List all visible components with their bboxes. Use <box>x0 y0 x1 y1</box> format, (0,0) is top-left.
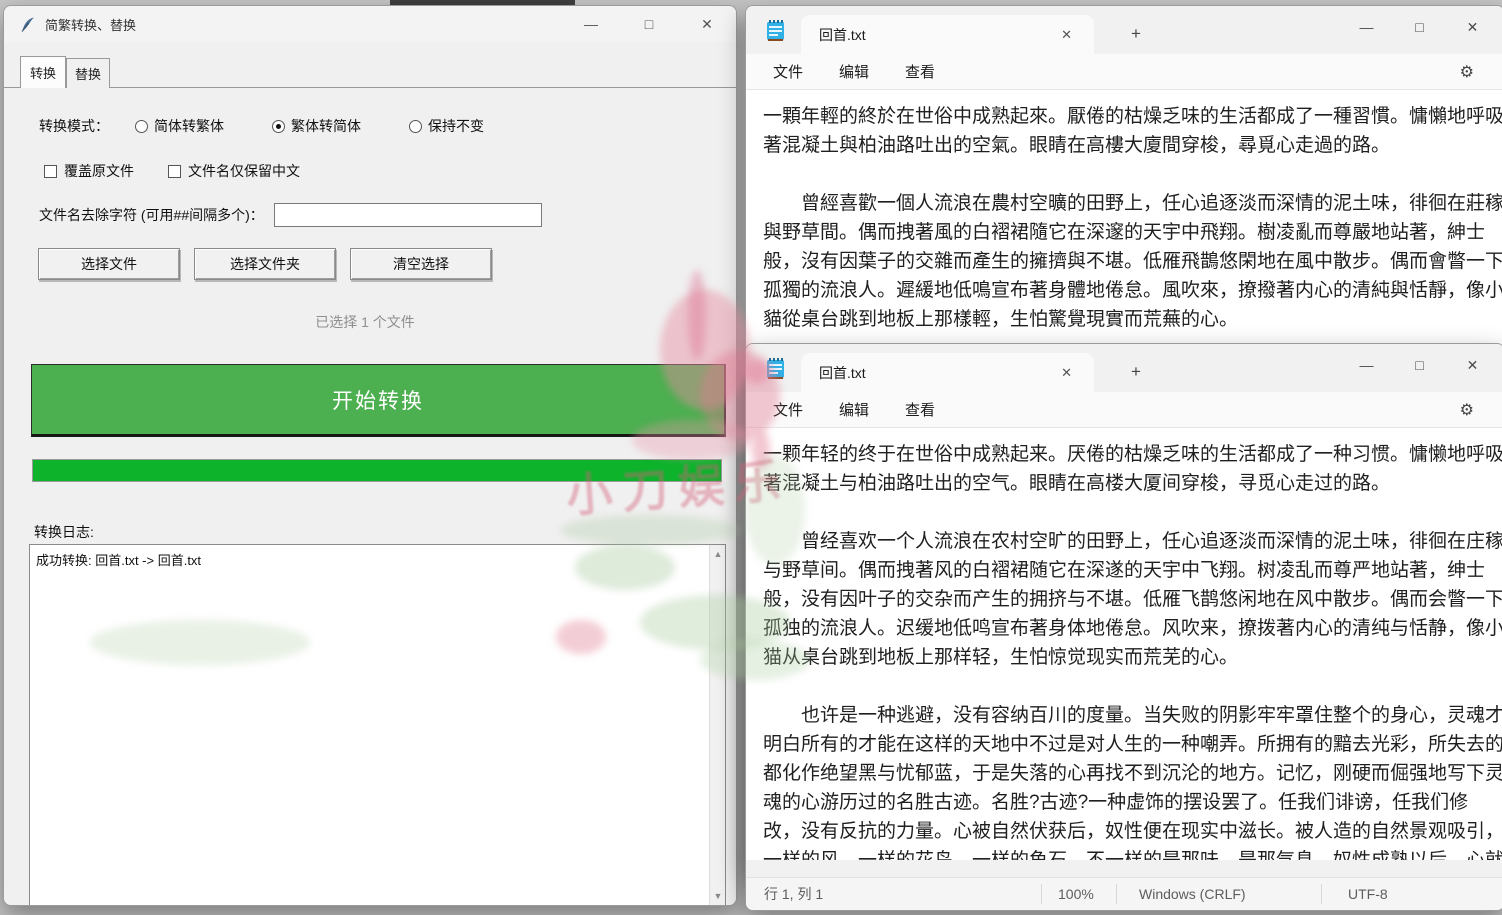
select-folder-button[interactable]: 选择文件夹 <box>194 248 336 280</box>
status-cursor-position: 行 1, 列 1 <box>746 884 1041 904</box>
tab-replace[interactable]: 替换 <box>66 58 110 88</box>
select-files-button[interactable]: 选择文件 <box>38 248 180 280</box>
log-scrollbar[interactable]: ▲ ▼ <box>709 545 725 905</box>
settings-gear-icon[interactable]: ⚙ <box>1460 400 1474 420</box>
strip-chars-input[interactable] <box>274 203 542 227</box>
paragraph: 一顆年輕的終於在世俗中成熟起來。厭倦的枯燥乏味的生活都成了一種習慣。慵懶地呼吸著… <box>763 102 1502 160</box>
notepad-app-icon <box>763 18 788 43</box>
notepad-tab[interactable]: 回首.txt ✕ <box>801 353 1094 392</box>
menu-view[interactable]: 查看 <box>896 395 944 424</box>
checkbox-keep-chinese-label: 文件名仅保留中文 <box>188 161 300 181</box>
tk-feather-icon <box>20 16 37 33</box>
close-button[interactable]: ✕ <box>1446 344 1499 386</box>
tab-strip: 转换 替换 <box>20 56 736 88</box>
strip-chars-label: 文件名去除字符 (可用##间隔多个)： <box>39 205 264 225</box>
radio-t2s[interactable]: 繁体转简体 <box>272 116 361 136</box>
converter-titlebar: 简繁转换、替换 — □ ✕ <box>4 6 736 42</box>
checkbox-overwrite-label: 覆盖原文件 <box>64 161 134 181</box>
tab-close-icon[interactable]: ✕ <box>1061 27 1072 43</box>
log-box[interactable]: 成功转换: 回首.txt -> 回首.txt ▲ ▼ <box>29 544 726 906</box>
checkbox-keep-chinese[interactable]: 文件名仅保留中文 <box>168 161 300 181</box>
scroll-down-icon[interactable]: ▼ <box>710 888 726 904</box>
maximize-button[interactable]: □ <box>620 7 678 41</box>
radio-s2t[interactable]: 简体转繁体 <box>135 116 224 136</box>
status-line-ending[interactable]: Windows (CRLF) <box>1116 884 1321 904</box>
menu-edit[interactable]: 编辑 <box>830 395 878 424</box>
checkbox-keep-chinese-box[interactable] <box>168 165 181 178</box>
paragraph: 一颗年轻的终于在世俗中成熟起来。厌倦的枯燥乏味的生活都成了一种习惯。慵懒地呼吸著… <box>763 440 1502 498</box>
minimize-button[interactable]: — <box>1340 6 1393 48</box>
progress-bar-fill <box>33 460 721 481</box>
notepad-text-area[interactable]: 一颗年轻的终于在世俗中成熟起来。厌倦的枯燥乏味的生活都成了一种习惯。慵懒地呼吸著… <box>746 428 1502 860</box>
paragraph: 也许是一种逃避，没有容纳百川的度量。当失败的阴影牢牢罩住整个的身心，灵魂才明白所… <box>763 701 1502 860</box>
start-convert-button[interactable]: 开始转换 <box>31 364 726 437</box>
notepad-window-simplified: 回首.txt ✕ + — □ ✕ 文件 编辑 查看 ⚙ 一颗年轻的终于在世俗中成… <box>745 343 1502 911</box>
checkbox-overwrite-box[interactable] <box>44 165 57 178</box>
scroll-up-icon[interactable]: ▲ <box>710 546 726 562</box>
notepad-tabbar: 回首.txt ✕ + — □ ✕ <box>746 344 1502 392</box>
radio-s2t-label: 简体转繁体 <box>154 116 224 136</box>
menu-file[interactable]: 文件 <box>764 57 812 86</box>
menu-view[interactable]: 查看 <box>896 57 944 86</box>
mode-label: 转换模式： <box>39 116 109 136</box>
status-zoom-level[interactable]: 100% <box>1041 884 1116 904</box>
clear-selection-button[interactable]: 清空选择 <box>350 248 492 280</box>
radio-t2s-label: 繁体转简体 <box>291 116 361 136</box>
minimize-button[interactable]: — <box>1340 344 1393 386</box>
close-button[interactable]: ✕ <box>678 7 736 41</box>
tab-close-icon[interactable]: ✕ <box>1061 365 1072 381</box>
close-button[interactable]: ✕ <box>1446 6 1499 48</box>
converter-window: 简繁转换、替换 — □ ✕ 转换 替换 转换模式： 简体转繁体 繁体转简体 保持… <box>3 5 737 906</box>
paragraph: 曾經喜歡一個人流浪在農村空曠的田野上，任心追逐淡而深情的泥土味，徘徊在莊稼與野草… <box>763 189 1502 334</box>
notepad-tabbar: 回首.txt ✕ + — □ ✕ <box>746 6 1502 54</box>
menu-file[interactable]: 文件 <box>764 395 812 424</box>
log-label: 转换日志: <box>34 522 94 542</box>
status-encoding[interactable]: UTF-8 <box>1321 884 1388 904</box>
window-title: 简繁转换、替换 <box>45 15 136 34</box>
notepad-tab-title: 回首.txt <box>819 25 866 45</box>
notepad-app-icon <box>763 356 788 381</box>
maximize-button[interactable]: □ <box>1393 6 1446 48</box>
maximize-button[interactable]: □ <box>1393 344 1446 386</box>
radio-keep[interactable]: 保持不变 <box>409 116 484 136</box>
progress-bar <box>32 459 722 482</box>
tab-convert[interactable]: 转换 <box>20 56 66 88</box>
radio-t2s-icon[interactable] <box>272 120 285 133</box>
checkbox-overwrite[interactable]: 覆盖原文件 <box>44 161 134 181</box>
settings-gear-icon[interactable]: ⚙ <box>1460 62 1474 82</box>
notepad-tab-title: 回首.txt <box>819 363 866 383</box>
notepad-tab[interactable]: 回首.txt ✕ <box>801 15 1094 54</box>
notepad-statusbar: 行 1, 列 1 100% Windows (CRLF) UTF-8 <box>746 877 1502 910</box>
new-tab-button[interactable]: + <box>1122 358 1150 386</box>
radio-keep-icon[interactable] <box>409 120 422 133</box>
radio-keep-label: 保持不变 <box>428 116 484 136</box>
log-line: 成功转换: 回首.txt -> 回首.txt <box>30 545 725 574</box>
new-tab-button[interactable]: + <box>1122 20 1150 48</box>
radio-s2t-icon[interactable] <box>135 120 148 133</box>
notepad-menubar: 文件 编辑 查看 ⚙ <box>746 392 1502 428</box>
notepad-menubar: 文件 编辑 查看 ⚙ <box>746 54 1502 90</box>
paragraph: 曾经喜欢一个人流浪在农村空旷的田野上，任心追逐淡而深情的泥土味，徘徊在庄稼与野草… <box>763 527 1502 672</box>
menu-edit[interactable]: 编辑 <box>830 57 878 86</box>
minimize-button[interactable]: — <box>562 7 620 41</box>
convert-tab-page: 转换模式： 简体转繁体 繁体转简体 保持不变 覆盖原文件 文件名仅保留中文 <box>4 87 736 906</box>
selection-status: 已选择 1 个文件 <box>4 312 726 332</box>
